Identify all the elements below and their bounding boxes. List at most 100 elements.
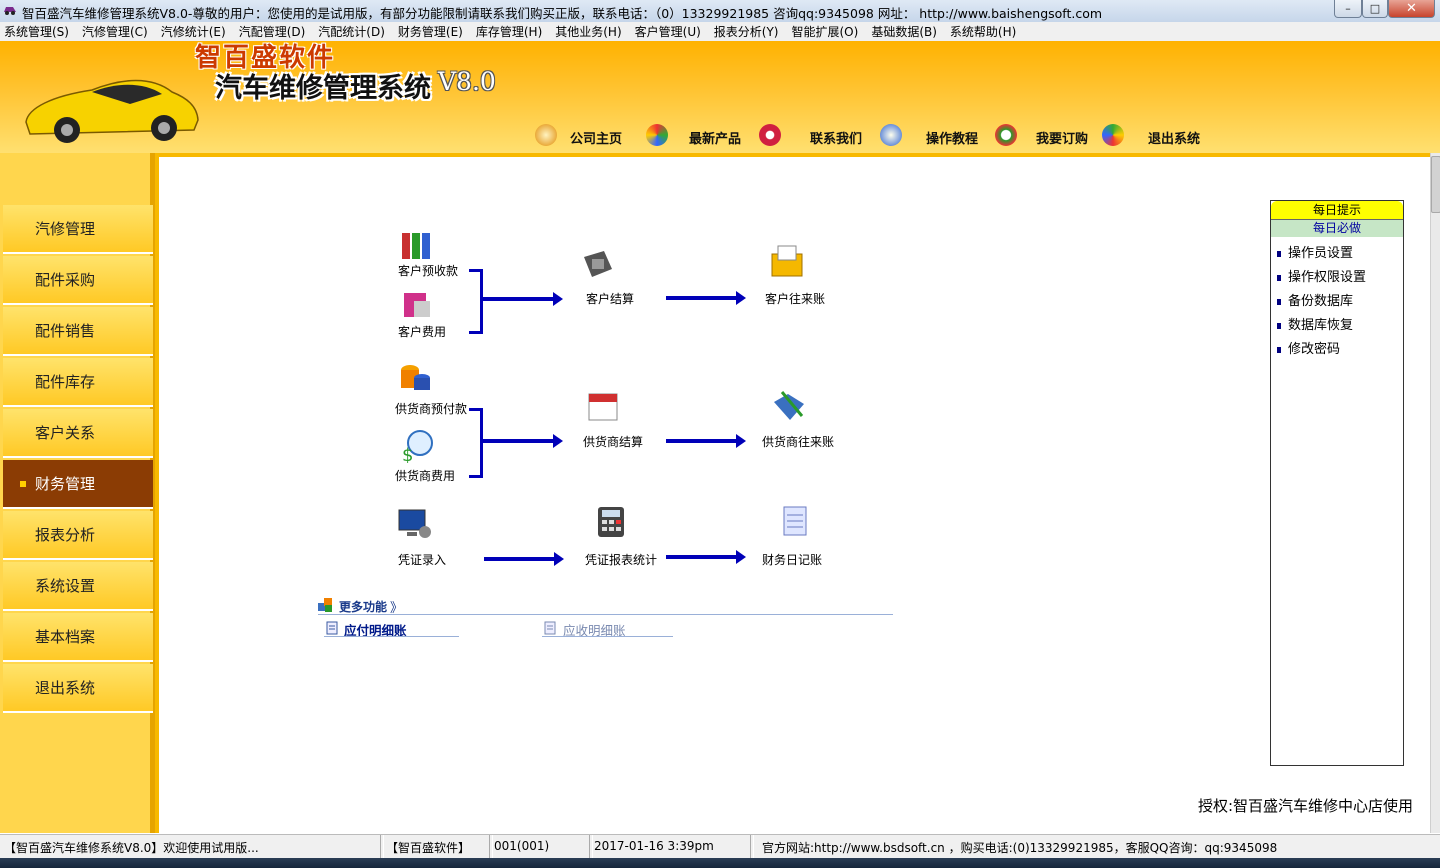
status-welcome: 【智百盛汽车维修系统V8.0】欢迎使用试用版...	[4, 841, 259, 855]
status-contact: 官方网站:http://www.bsdsoft.cn ，购买电话:(0)1332…	[762, 841, 1278, 855]
vertical-scrollbar[interactable]	[1430, 153, 1440, 833]
status-company: 【智百盛软件】	[386, 841, 471, 855]
sidebar-item-label: 配件库存	[35, 373, 96, 391]
product-version: V8.0	[438, 67, 496, 96]
sidebar-item-label: 系统设置	[35, 577, 96, 595]
customer-account-link[interactable]: 客户往来账	[765, 290, 825, 307]
more-functions-icon	[318, 598, 332, 612]
status-datetime: 2017-01-16 3:39pm	[594, 839, 714, 853]
menu-system[interactable]: 系统管理(S)	[0, 23, 74, 40]
sidebar-item-parts-purchase[interactable]: 配件采购	[3, 256, 153, 305]
bracket-connector	[469, 408, 483, 478]
sidebar-item-label: 报表分析	[35, 526, 96, 544]
sidebar-item-label: 汽修管理	[35, 220, 96, 238]
tip-restore-database[interactable]: 数据库恢复	[1277, 314, 1353, 333]
order-icon	[995, 124, 1017, 146]
divider	[324, 636, 459, 637]
status-divider	[489, 835, 493, 859]
database-icon	[401, 365, 430, 390]
computer-monitor-icon	[398, 509, 431, 538]
license-text: 授权:智百盛汽车维修中心店使用	[1198, 797, 1414, 815]
window-title: 智百盛汽车维修管理系统V8.0-尊敬的用户：您使用的是试用版，有部分功能限制请联…	[22, 6, 1103, 21]
menu-help[interactable]: 系统帮助(H)	[946, 23, 1021, 40]
menu-base-data[interactable]: 基础数据(B)	[867, 23, 942, 40]
daily-must-do-header: 每日必做	[1271, 220, 1403, 237]
sidebar-item-parts-inventory[interactable]: 配件库存	[3, 358, 153, 407]
home-icon	[535, 124, 557, 146]
flow-arrow	[483, 434, 563, 448]
link-new-products[interactable]: 最新产品	[689, 128, 741, 147]
sidebar-item-label: 配件采购	[35, 271, 96, 289]
tip-operator-settings[interactable]: 操作员设置	[1277, 242, 1353, 261]
voucher-stats-link[interactable]: 凭证报表统计	[585, 551, 657, 568]
menu-inventory[interactable]: 库存管理(H)	[472, 23, 547, 40]
customer-settle-link[interactable]: 客户结算	[586, 290, 634, 307]
flow-arrow	[483, 292, 563, 306]
fee-box-icon	[404, 293, 430, 317]
sidebar-item-customer[interactable]: 客户关系	[3, 409, 153, 458]
product-name: 汽车维修管理系统	[215, 73, 431, 104]
sidebar-item-exit[interactable]: 退出系统	[3, 664, 153, 713]
customer-prepay-link[interactable]: 客户预收款	[398, 262, 458, 279]
divider	[318, 614, 893, 615]
books-pen-icon	[774, 391, 804, 420]
menu-reports[interactable]: 报表分析(Y)	[710, 23, 784, 40]
link-tutorial[interactable]: 操作教程	[926, 128, 978, 147]
car-app-icon	[4, 7, 16, 15]
supplier-account-link[interactable]: 供货商往来账	[762, 433, 834, 450]
supplier-settle-link[interactable]: 供货商结算	[583, 433, 643, 450]
link-exit[interactable]: 退出系统	[1148, 128, 1200, 147]
menu-other[interactable]: 其他业务(H)	[551, 23, 626, 40]
sidebar-item-finance[interactable]: 财务管理	[3, 460, 153, 509]
sidebar-item-reports[interactable]: 报表分析	[3, 511, 153, 560]
flow-arrow	[666, 434, 746, 448]
status-divider	[589, 835, 593, 859]
supplier-fee-link[interactable]: 供货商费用	[395, 467, 455, 484]
exit-icon	[1102, 124, 1124, 146]
tutorial-icon	[880, 124, 902, 146]
sidebar-item-label: 配件销售	[35, 322, 96, 340]
document-icon	[326, 621, 338, 635]
flow-arrow	[666, 550, 746, 564]
sidebar-item-repair[interactable]: 汽修管理	[3, 205, 153, 254]
voucher-entry-link[interactable]: 凭证录入	[398, 551, 446, 568]
customer-fee-link[interactable]: 客户费用	[398, 323, 446, 340]
minimize-button[interactable]: –	[1334, 0, 1362, 18]
sidebar-item-base-files[interactable]: 基本档案	[3, 613, 153, 662]
sidebar-item-settings[interactable]: 系统设置	[3, 562, 153, 611]
menu-customer[interactable]: 客户管理(U)	[631, 23, 706, 40]
sidebar-item-label: 基本档案	[35, 628, 96, 646]
status-divider	[750, 835, 754, 859]
finance-journal-link[interactable]: 财务日记账	[762, 551, 822, 568]
tip-permission-settings[interactable]: 操作权限设置	[1277, 266, 1366, 285]
menu-repair[interactable]: 汽修管理(C)	[78, 23, 153, 40]
link-contact-us[interactable]: 联系我们	[810, 128, 862, 147]
maximize-button[interactable]: □	[1362, 0, 1388, 18]
supplier-prepay-link[interactable]: 供货商预付款	[395, 400, 467, 417]
money-clock-icon: $	[402, 430, 433, 463]
scrollbar-thumb[interactable]	[1431, 156, 1440, 213]
tip-change-password[interactable]: 修改密码	[1277, 338, 1340, 357]
menu-finance[interactable]: 财务管理(E)	[394, 23, 468, 40]
bracket-connector	[469, 269, 483, 334]
contact-icon	[759, 124, 781, 146]
divider	[542, 636, 673, 637]
status-user: 001(001)	[494, 839, 550, 853]
link-company-home[interactable]: 公司主页	[570, 128, 622, 147]
calculator-terminal-icon	[584, 251, 612, 277]
sports-car-logo	[25, 79, 199, 143]
calendar-icon	[588, 393, 618, 421]
sidebar-item-label: 退出系统	[35, 679, 96, 697]
link-order[interactable]: 我要订购	[1036, 128, 1088, 147]
new-products-icon	[646, 124, 668, 146]
svg-text:$: $	[402, 445, 413, 463]
close-button[interactable]: ✕	[1388, 0, 1435, 18]
binders-icon	[402, 233, 430, 259]
daily-tips-header: 每日提示	[1271, 201, 1403, 220]
sidebar-item-parts-sales[interactable]: 配件销售	[3, 307, 153, 356]
status-bar: 【智百盛汽车维修系统V8.0】欢迎使用试用版... 【智百盛软件】 001(00…	[0, 834, 1440, 859]
document-icon	[544, 621, 556, 635]
tip-backup-database[interactable]: 备份数据库	[1277, 290, 1353, 309]
menu-smart[interactable]: 智能扩展(O)	[788, 23, 864, 40]
os-taskbar	[0, 858, 1440, 868]
